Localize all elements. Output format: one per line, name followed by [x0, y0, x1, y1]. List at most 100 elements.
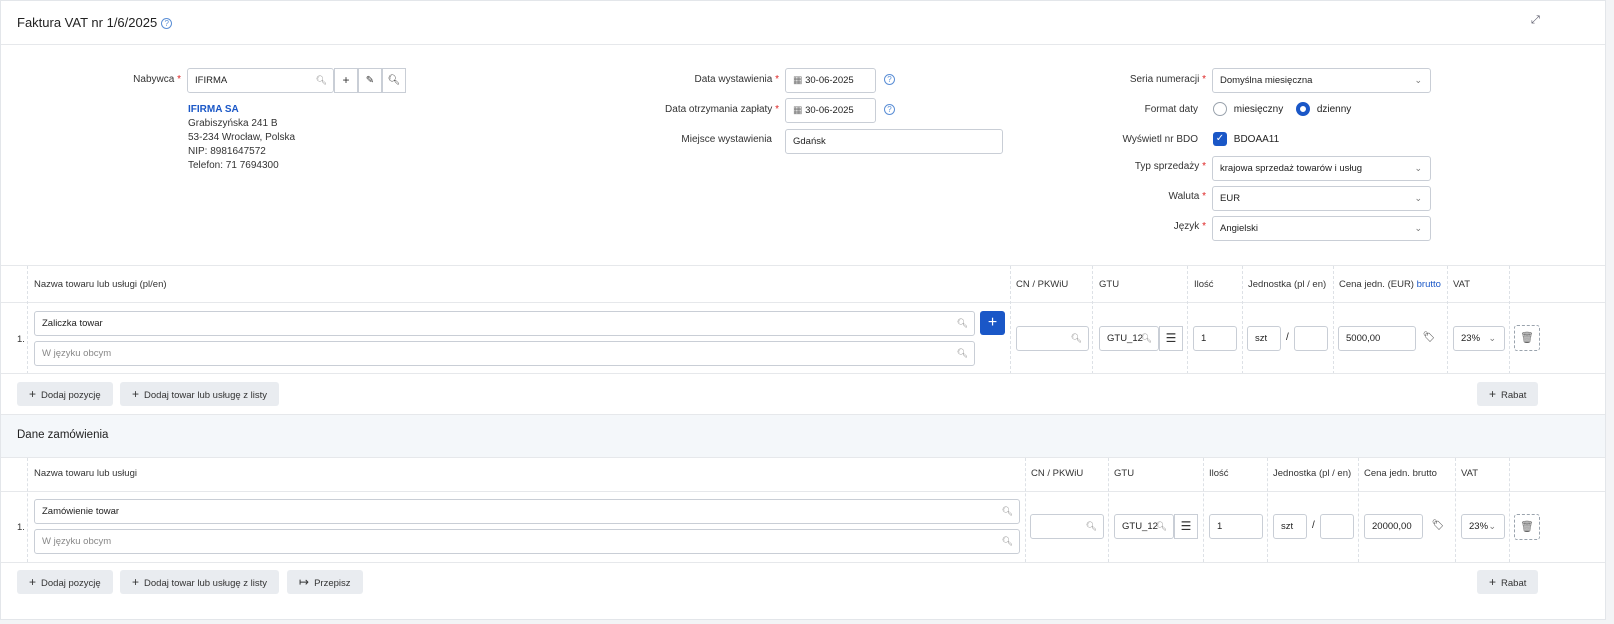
col-sep: [1509, 266, 1510, 374]
search-icon: 🔍︎: [956, 318, 968, 328]
order-col-header-cn: CN / PKWiU: [1031, 468, 1084, 479]
unit-foreign-input[interactable]: [1294, 326, 1328, 351]
col-sep: [1267, 458, 1268, 562]
expand-icon[interactable]: ⤢: [1531, 15, 1541, 26]
received-date-input[interactable]: ▦ 30-06-2025: [785, 98, 876, 123]
item-name-input[interactable]: Zaliczka towar 🔍︎: [34, 311, 975, 336]
col-sep: [1447, 266, 1448, 374]
sale-type-select[interactable]: krajowa sprzedaż towarów i usług ⌄: [1212, 156, 1431, 181]
series-select[interactable]: Domyślna miesięczna ⌄: [1212, 68, 1431, 93]
sale-type-label: Typ sprzedaży *: [1134, 161, 1206, 172]
issue-date-label: Data wystawienia *: [694, 74, 780, 85]
order-row-number: 1.: [17, 522, 25, 533]
date-format-radio-group: miesięczny dzienny: [1213, 102, 1351, 116]
calendar-icon: ▦: [793, 105, 803, 116]
chevron-down-icon: ⌄: [1414, 223, 1422, 233]
col-sep: [1358, 458, 1359, 562]
add-from-list-button[interactable]: + Dodaj towar lub usługę z listy: [120, 382, 280, 406]
col-header-name: Nazwa towaru lub usługi (pl/en): [34, 279, 167, 290]
discount-button[interactable]: + Rabat: [1477, 382, 1539, 406]
col-sep: [1203, 458, 1204, 562]
radio-monthly-label: miesięczny: [1233, 103, 1284, 115]
col-sep: [1092, 266, 1093, 374]
col-sep: [1025, 458, 1026, 562]
buyer-input[interactable]: IFIRMA 🔍︎: [187, 68, 334, 93]
order-top-divider: [1, 414, 1605, 415]
order-col-header-unit: Jednostka (pl / en): [1273, 468, 1352, 479]
unit-separator: /: [1286, 332, 1289, 343]
price-mode-toggle[interactable]: brutto: [1417, 279, 1441, 290]
invoice-card: Faktura VAT nr 1/6/2025? ⤢ Nabywca * IFI…: [0, 0, 1606, 620]
order-col-header-price: Cena jedn. brutto: [1364, 468, 1437, 479]
chevron-down-icon: ⌄: [1488, 521, 1496, 531]
edit-buyer-button[interactable]: ✎: [358, 68, 382, 93]
item-foreign-name-input[interactable]: W języku obcym 🔍︎: [34, 341, 975, 366]
vat-select[interactable]: 23% ⌄: [1453, 326, 1505, 351]
search-icon: 🔍︎: [1155, 521, 1167, 531]
search-icon: 🔍︎: [1001, 536, 1013, 546]
qty-input[interactable]: 1: [1193, 326, 1237, 351]
search-icon: 🔍︎: [315, 75, 327, 85]
order-qty-input[interactable]: 1: [1209, 514, 1263, 539]
gtu-input[interactable]: GTU_12 🔍︎: [1099, 326, 1159, 351]
buyer-address2: 53-234 Wrocław, Polska: [188, 132, 296, 143]
order-item-name-input[interactable]: Zamówienie towar 🔍︎: [34, 499, 1020, 524]
gtu-list-button[interactable]: ☰: [1159, 326, 1183, 351]
items-bottom-divider: [1, 373, 1605, 374]
currency-select[interactable]: EUR ⌄: [1212, 186, 1431, 211]
trash-icon[interactable]: 🗑︎: [1514, 325, 1540, 351]
col-header-price: Cena jedn. (EUR) brutto: [1339, 279, 1441, 290]
tag-icon[interactable]: 🏷︎: [1427, 514, 1449, 539]
add-buyer-button[interactable]: +: [334, 68, 358, 93]
unit-input[interactable]: szt: [1247, 326, 1281, 351]
issue-date-input[interactable]: ▦ 30-06-2025: [785, 68, 876, 93]
place-input[interactable]: Gdańsk: [785, 129, 1003, 154]
question-circle-icon[interactable]: ?: [161, 18, 173, 30]
invoice-title: Faktura VAT nr 1/6/2025: [17, 15, 158, 30]
order-vat-select[interactable]: 23% ⌄: [1461, 514, 1505, 539]
search-icon: 🔍︎: [1001, 506, 1013, 516]
order-gtu-list-button[interactable]: ☰: [1174, 514, 1198, 539]
bdo-checkbox-group: ✓ BDOAA11: [1213, 132, 1279, 146]
trash-icon[interactable]: 🗑︎: [1514, 514, 1540, 540]
bdo-label: Wyświetl nr BDO: [1122, 134, 1198, 145]
order-col-header-qty: Ilość: [1209, 468, 1229, 479]
chevron-down-icon: ⌄: [1488, 333, 1496, 343]
order-unit-separator: /: [1312, 520, 1315, 531]
place-label: Miejsce wystawienia: [681, 134, 772, 145]
order-discount-button[interactable]: + Rabat: [1477, 570, 1539, 594]
col-header-unit: Jednostka (pl / en): [1248, 279, 1327, 290]
page-title: Faktura VAT nr 1/6/2025?: [17, 15, 173, 30]
buyer-label: Nabywca *: [133, 74, 181, 85]
order-unit-foreign-input[interactable]: [1320, 514, 1354, 539]
buyer-nip: NIP: 8981647572: [188, 146, 266, 157]
tag-icon[interactable]: 🏷︎: [1418, 326, 1440, 351]
price-input[interactable]: 5000,00: [1338, 326, 1416, 351]
checkbox-bdo[interactable]: ✓: [1213, 132, 1227, 146]
add-position-button[interactable]: + Dodaj pozycję: [17, 382, 113, 406]
language-select[interactable]: Angielski ⌄: [1212, 216, 1431, 241]
order-col-header-gtu: GTU: [1114, 468, 1135, 479]
col-sep: [1187, 266, 1188, 374]
col-sep: [1455, 458, 1456, 562]
search-buyer-button[interactable]: 🔍︎: [382, 68, 406, 93]
order-item-foreign-input[interactable]: W języku obcym 🔍︎: [34, 529, 1020, 554]
language-label: Język *: [1173, 221, 1206, 232]
radio-monthly[interactable]: [1213, 102, 1227, 116]
order-gtu-input[interactable]: GTU_12 🔍︎: [1114, 514, 1174, 539]
question-circle-icon[interactable]: ?: [884, 104, 895, 115]
order-unit-input[interactable]: szt: [1273, 514, 1307, 539]
order-cn-input[interactable]: 🔍︎: [1030, 514, 1104, 539]
col-sep: [27, 266, 28, 374]
order-price-input[interactable]: 20000,00: [1364, 514, 1423, 539]
question-circle-icon[interactable]: ?: [884, 74, 895, 85]
order-add-from-list-button[interactable]: + Dodaj towar lub usługę z listy: [120, 570, 280, 594]
order-add-position-button[interactable]: + Dodaj pozycję: [17, 570, 113, 594]
search-icon: 🔍︎: [956, 348, 968, 358]
buyer-name[interactable]: IFIRMA SA: [188, 104, 239, 115]
copy-button[interactable]: ↦ Przepisz: [287, 570, 363, 594]
chevron-down-icon: ⌄: [1414, 75, 1422, 85]
cn-input[interactable]: 🔍︎: [1016, 326, 1089, 351]
radio-daily[interactable]: [1296, 102, 1311, 116]
add-item-button[interactable]: +: [980, 311, 1005, 335]
